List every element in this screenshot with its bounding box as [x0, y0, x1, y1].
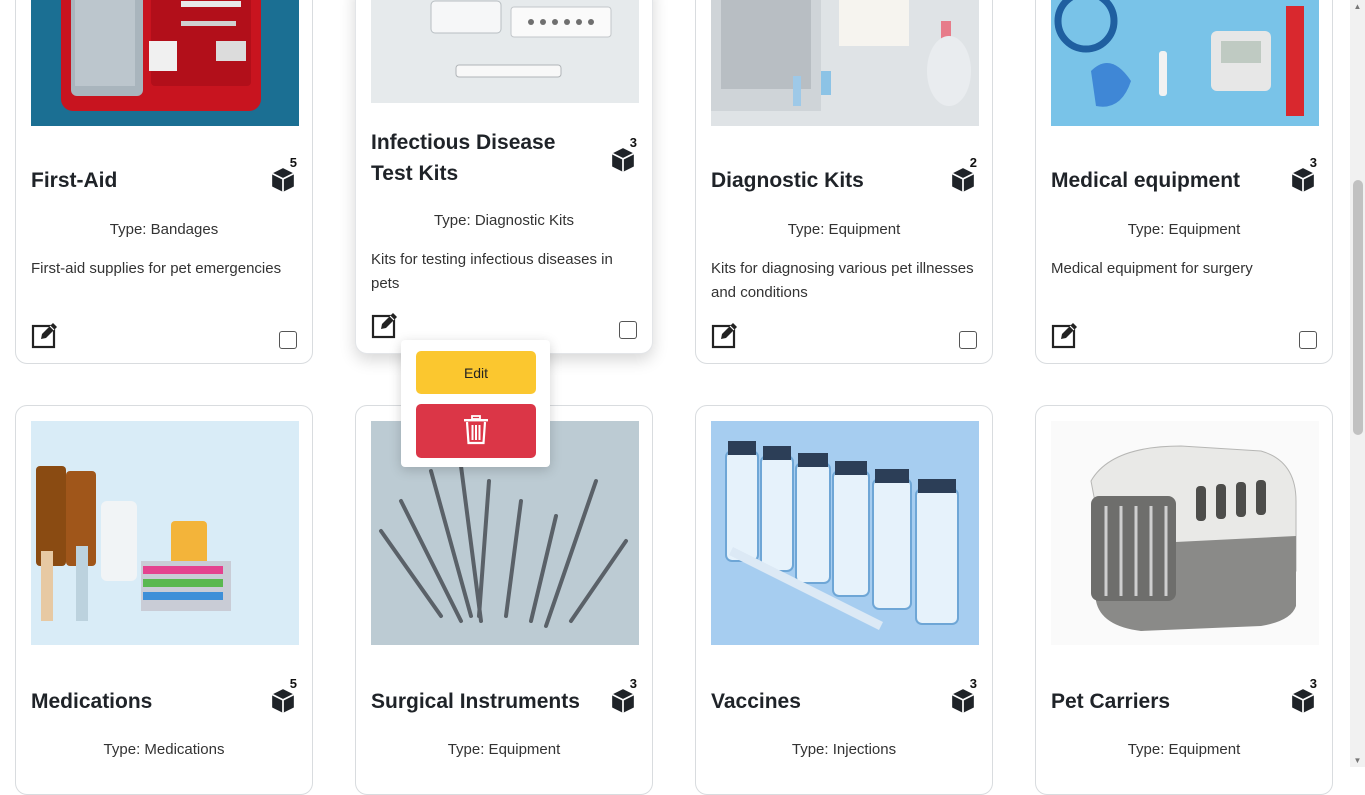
select-checkbox[interactable]	[619, 321, 637, 339]
first-aid-kit-image	[31, 0, 299, 126]
test-kit-image	[371, 0, 639, 103]
medications-image	[31, 421, 299, 645]
item-card-medical-equipment: Medical equipment 3 Type: Equipment Medi…	[1035, 0, 1333, 364]
card-description: Medical equipment for surgery	[1051, 260, 1253, 277]
card-type: Type: Bandages	[109, 221, 219, 238]
scroll-down-arrow-icon[interactable]: ▼	[1350, 756, 1365, 765]
vaccines-image	[711, 421, 979, 645]
card-title: Diagnostic Kits	[711, 169, 864, 192]
quantity-badge: 5	[270, 155, 298, 193]
scrollbar-thumb[interactable]	[1353, 180, 1363, 435]
card-title: Medical equipment	[1051, 169, 1241, 192]
box-icon	[951, 168, 975, 192]
edit-icon[interactable]	[711, 321, 739, 349]
pet-carrier-image	[1051, 421, 1319, 645]
item-card-vaccines: Vaccines 3 Type: Injections	[695, 405, 993, 795]
card-title: Surgical Instruments	[371, 690, 580, 713]
card-description: Kits for diagnosing various pet illnesse…	[711, 260, 974, 301]
card-type: Type: Equipment	[447, 741, 561, 758]
item-card-pet-carriers: Pet Carriers 3 Type: Equipment	[1035, 405, 1333, 795]
card-type: Type: Equipment	[1127, 221, 1241, 238]
quantity-badge: 3	[610, 135, 638, 173]
card-description: First-aid supplies for pet emergencies	[31, 260, 282, 277]
card-type: Type: Injections	[791, 741, 897, 758]
card-title: Pet Carriers	[1051, 690, 1171, 713]
scroll-up-arrow-icon[interactable]: ▲	[1350, 2, 1365, 11]
quantity-badge: 3	[1290, 676, 1318, 714]
select-checkbox[interactable]	[1299, 331, 1317, 349]
card-description: Kits for testing infectious diseases in …	[371, 251, 613, 292]
box-icon	[951, 689, 975, 713]
box-icon	[271, 168, 295, 192]
page-scrollbar[interactable]: ▲ ▼	[1350, 0, 1365, 767]
box-icon	[611, 148, 635, 172]
quantity-badge: 5	[270, 676, 298, 714]
card-title: First-Aid	[31, 169, 118, 192]
edit-button[interactable]: Edit	[416, 351, 536, 394]
delete-button[interactable]	[416, 404, 536, 458]
box-icon	[271, 689, 295, 713]
trash-icon	[464, 414, 488, 444]
card-title: Medications	[31, 690, 153, 713]
diagnostic-kit-image	[711, 0, 979, 126]
card-title: Vaccines	[711, 690, 801, 713]
select-checkbox[interactable]	[959, 331, 977, 349]
box-icon	[1291, 168, 1315, 192]
quantity-badge: 3	[610, 676, 638, 714]
quantity-badge: 2	[950, 155, 978, 193]
medical-equipment-image	[1051, 0, 1319, 126]
card-type: Type: Equipment	[1127, 741, 1241, 758]
box-icon	[611, 689, 635, 713]
item-card-infectious-disease-test-kits: Infectious Disease Test Kits 3 Type: Dia…	[355, 0, 653, 354]
edit-icon[interactable]	[31, 321, 59, 349]
card-type: Type: Diagnostic Kits	[433, 212, 575, 229]
item-card-first-aid: First-Aid 5 Type: Bandages First-aid sup…	[15, 0, 313, 364]
quantity-badge: 3	[1290, 155, 1318, 193]
edit-icon[interactable]	[371, 311, 399, 339]
card-title: Infectious Disease Test Kits	[371, 131, 556, 185]
card-type: Type: Medications	[103, 741, 225, 758]
edit-icon[interactable]	[1051, 321, 1079, 349]
card-type: Type: Equipment	[787, 221, 901, 238]
item-card-diagnostic-kits: Diagnostic Kits 2 Type: Equipment Kits f…	[695, 0, 993, 364]
box-icon	[1291, 689, 1315, 713]
card-actions-popover: Edit	[401, 340, 550, 467]
item-card-medications: Medications 5 Type: Medications	[15, 405, 313, 795]
quantity-badge: 3	[950, 676, 978, 714]
select-checkbox[interactable]	[279, 331, 297, 349]
